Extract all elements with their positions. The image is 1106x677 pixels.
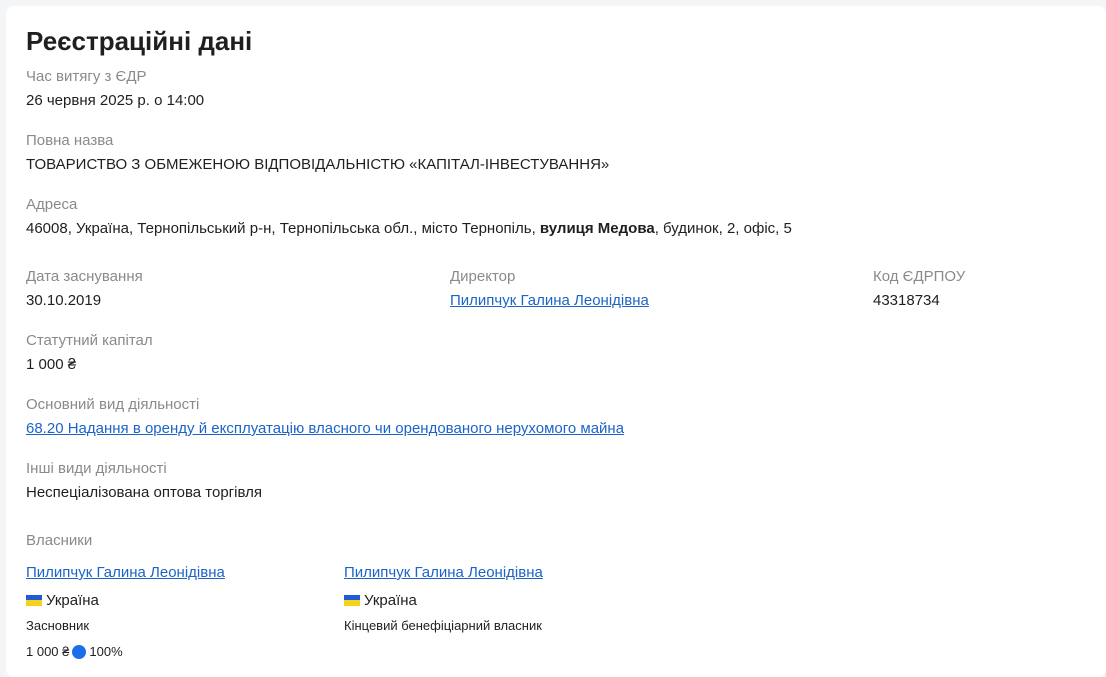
director-link[interactable]: Пилипчук Галина Леонідівна — [450, 292, 649, 309]
registration-card: Реєстраційні дані Час витягу з ЄДР 26 че… — [6, 6, 1106, 677]
founded-label: Дата заснування — [26, 268, 143, 285]
owner-card: Пилипчук Галина Леонідівна Україна Засно… — [26, 564, 225, 660]
other-activities-label: Інші види діяльності — [26, 460, 167, 477]
owner-country-label: Україна — [364, 592, 417, 609]
full-name-label: Повна назва — [26, 132, 114, 149]
director-field: Директор Пилипчук Галина Леонідівна — [450, 268, 649, 310]
address-street: вулиця Медова — [539, 220, 655, 237]
address-field: Адреса 46008, Україна, Тернопільський р-… — [26, 196, 792, 238]
capital-label: Статутний капітал — [26, 332, 153, 349]
capital-field: Статутний капітал 1 000 ₴ — [26, 332, 153, 374]
other-activities-value: Неспеціалізована оптова торгівля — [26, 484, 262, 501]
main-activity-label: Основний вид діяльності — [26, 396, 200, 413]
extract-time-label: Час витягу з ЄДР — [26, 68, 147, 85]
owner-share-percent: 100% — [89, 644, 123, 659]
edrpou-label: Код ЄДРПОУ — [873, 268, 966, 285]
founded-field: Дата заснування 30.10.2019 — [26, 268, 143, 310]
address-label: Адреса — [26, 196, 78, 213]
edrpou-value: 43318734 — [873, 292, 940, 309]
owner-name-link[interactable]: Пилипчук Галина Леонідівна — [26, 564, 225, 581]
director-label: Директор — [450, 268, 516, 285]
owner-share-amount: 1 000 ₴ — [26, 644, 70, 659]
owner-role: Засновник — [26, 618, 90, 633]
owners-section: Власники Пилипчук Галина Леонідівна Укра… — [26, 532, 543, 659]
owner-country: Україна — [344, 592, 543, 610]
owner-country: Україна — [26, 592, 225, 610]
share-pie-icon — [72, 645, 87, 659]
address-value: 46008, Україна, Тернопільський р-н, Терн… — [26, 220, 792, 238]
extract-time-value: 26 червня 2025 р. о 14:00 — [26, 92, 205, 109]
owners-label: Власники — [26, 532, 93, 549]
capital-value: 1 000 ₴ — [26, 356, 77, 373]
main-activity-link[interactable]: 68.20 Надання в оренду й експлуатацію вл… — [26, 420, 624, 437]
owner-role: Кінцевий бенефіціарний власник — [344, 618, 542, 633]
main-activity-field: Основний вид діяльності 68.20 Надання в … — [26, 396, 624, 438]
page-title: Реєстраційні дані — [26, 26, 253, 56]
owner-card: Пилипчук Галина Леонідівна Україна Кінце… — [344, 564, 543, 634]
full-name-field: Повна назва ТОВАРИСТВО З ОБМЕЖЕНОЮ ВІДПО… — [26, 132, 609, 174]
full-name-value: ТОВАРИСТВО З ОБМЕЖЕНОЮ ВІДПОВІДАЛЬНІСТЮ … — [26, 156, 610, 173]
address-prefix: 46008, Україна, Тернопільський р-н, Терн… — [26, 220, 540, 237]
edrpou-field: Код ЄДРПОУ 43318734 — [873, 268, 965, 310]
ukraine-flag-icon — [344, 594, 360, 606]
owner-country-label: Україна — [46, 592, 99, 609]
address-suffix: , будинок, 2, офіс, 5 — [654, 220, 792, 237]
ukraine-flag-icon — [26, 594, 42, 606]
extract-time-field: Час витягу з ЄДР 26 червня 2025 р. о 14:… — [26, 68, 204, 110]
founded-value: 30.10.2019 — [26, 292, 102, 309]
other-activities-field: Інші види діяльності Неспеціалізована оп… — [26, 460, 262, 502]
owner-share: 1 000 ₴ 100% — [26, 644, 225, 660]
owner-name-link[interactable]: Пилипчук Галина Леонідівна — [344, 564, 543, 581]
